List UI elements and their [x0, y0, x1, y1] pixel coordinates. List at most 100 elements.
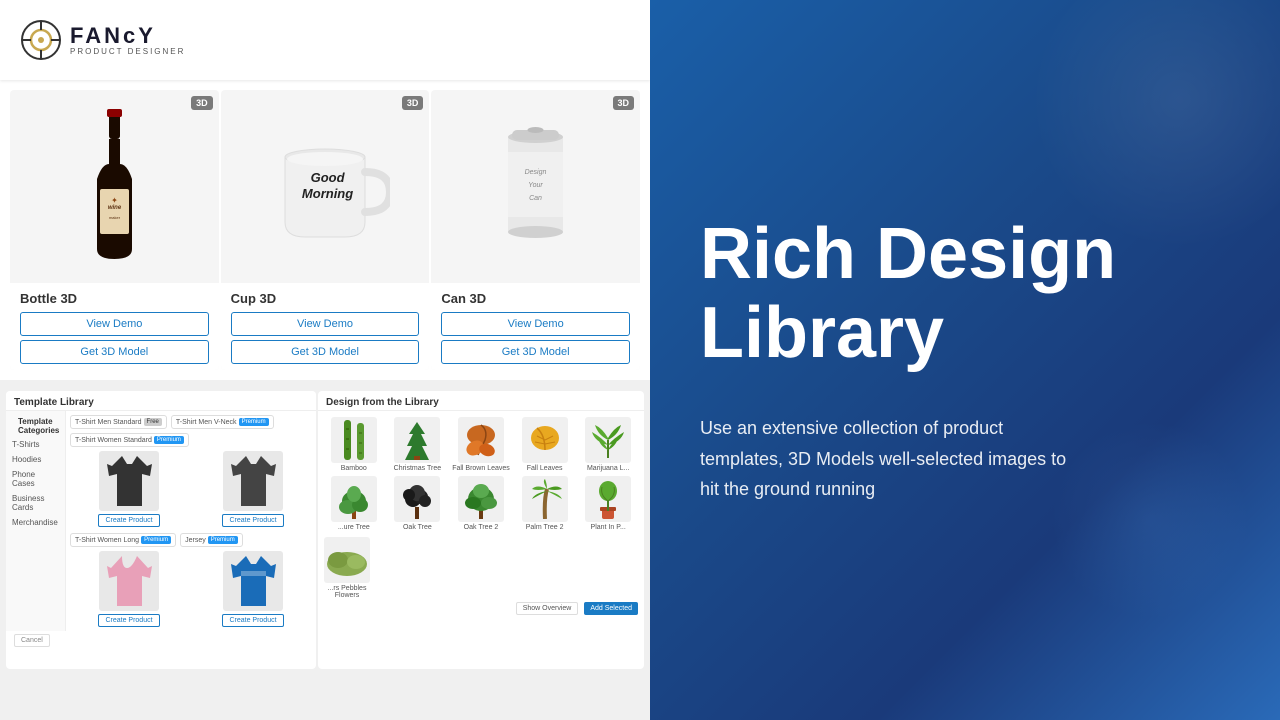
dl-add-selected-btn[interactable]: Add Selected — [584, 602, 638, 615]
badge-3d-can: 3D — [613, 96, 635, 110]
dl-christmas-img[interactable] — [394, 417, 440, 463]
dl-oak-img[interactable] — [394, 476, 440, 522]
tl-sidebar-tshirts[interactable]: T-Shirts — [10, 437, 61, 452]
dl-plant-img[interactable] — [585, 476, 631, 522]
badge-3d-bottle: 3D — [191, 96, 213, 110]
dl-pebbles-img[interactable] — [324, 537, 370, 583]
tl-tab-1[interactable]: T-Shirt Men V-NeckPremium — [171, 415, 274, 429]
tl-create-dark-female-btn[interactable]: Create Product — [222, 514, 283, 527]
tl-sidebar-business-cards[interactable]: Business Cards — [10, 491, 61, 515]
can-view-demo-button[interactable]: View Demo — [441, 312, 630, 336]
products-section: 3D wine maker ✦ Bottle 3 — [0, 80, 650, 380]
dl-header: Design from the Library — [318, 391, 644, 411]
svg-text:Can: Can — [529, 195, 542, 202]
dl-palm-label: Palm Tree 2 — [526, 524, 564, 531]
dl-oak2-img[interactable] — [458, 476, 504, 522]
tl-sidebar-merchandise[interactable]: Merchandise — [10, 515, 61, 530]
right-title: Rich Design Library — [700, 215, 1230, 373]
tl-tabs-row2: T-Shirt Women LongPremium JerseyPremium — [70, 533, 312, 547]
tl-create-dark-btn[interactable]: Create Product — [98, 514, 159, 527]
dl-bamboo-label: Bamboo — [341, 465, 367, 472]
tl-product-grid: Create Product Create Product — [70, 451, 312, 527]
tl-tab-2[interactable]: T-Shirt Women StandardPremium — [70, 433, 189, 447]
tl-item-jersey: Create Product — [194, 551, 312, 627]
svg-text:wine: wine — [108, 205, 122, 211]
dl-bamboo-img[interactable] — [331, 417, 377, 463]
can-svg: Design Your Can — [498, 122, 573, 252]
template-library-panel: Template Library Template Categories T-S… — [6, 391, 316, 669]
dl-fall-leaves-label: Fall Leaves — [527, 465, 563, 472]
tl-sidebar-hoodies[interactable]: Hoodies — [10, 452, 61, 467]
left-panel: FANcY PRODUCT DESIGNER 3D wine — [0, 0, 650, 720]
tl-pink-img — [99, 551, 159, 611]
dl-palm-img[interactable] — [522, 476, 568, 522]
svg-text:Your: Your — [528, 182, 543, 189]
dl-nature-tree-img[interactable] — [331, 476, 377, 522]
dl-fall-brown-img[interactable] — [458, 417, 504, 463]
can-get-model-button[interactable]: Get 3D Model — [441, 340, 630, 364]
dl-item-marijuana: Marijuana L... — [578, 417, 638, 472]
svg-text:✦: ✦ — [111, 196, 118, 205]
mug-text: Good Morning — [302, 170, 353, 204]
dl-marijuana-img[interactable] — [585, 417, 631, 463]
logo: FANcY PRODUCT DESIGNER — [20, 19, 185, 61]
badge-3d-cup: 3D — [402, 96, 424, 110]
dl-grid-row3: ...rs PebblesFlowers — [318, 537, 644, 599]
dl-fall-leaves-img[interactable] — [522, 417, 568, 463]
svg-text:Design: Design — [525, 169, 547, 176]
cup-info: Cup 3D View Demo Get 3D Model — [221, 283, 430, 370]
tl-sidebar-phone-cases[interactable]: Phone Cases — [10, 467, 61, 491]
logo-text: FANcY PRODUCT DESIGNER — [70, 25, 185, 56]
cup-view-demo-button[interactable]: View Demo — [231, 312, 420, 336]
can-image-area: Design Your Can — [431, 90, 640, 283]
tl-tab-0[interactable]: T-Shirt Men StandardFree — [70, 415, 167, 429]
tl-item-dark-female-tshirt: Create Product — [194, 451, 312, 527]
dl-item-fall-brown: Fall Brown Leaves — [451, 417, 511, 472]
tl-cancel-btn[interactable]: Cancel — [14, 634, 50, 647]
mug-wrapper: Good Morning — [270, 132, 380, 242]
bottle-svg: wine maker ✦ — [87, 109, 142, 264]
tl-tab-women[interactable]: T-Shirt Women LongPremium — [70, 533, 176, 547]
bottle-image-area: wine maker ✦ — [10, 90, 219, 283]
dl-item-bamboo: Bamboo — [324, 417, 384, 472]
tl-sidebar: Template Categories T-Shirts Hoodies Pho… — [6, 411, 66, 631]
dl-christmas-label: Christmas Tree — [394, 465, 441, 472]
product-card-cup: 3D Good Morning — [221, 90, 430, 370]
tl-body: Template Categories T-Shirts Hoodies Pho… — [6, 411, 316, 631]
tl-tabs: T-Shirt Men StandardFree T-Shirt Men V-N… — [70, 415, 312, 447]
dl-marijuana-label: Marijuana L... — [587, 465, 629, 472]
bottom-section: Template Library Template Categories T-S… — [0, 385, 650, 675]
tl-create-jersey-btn[interactable]: Create Product — [222, 614, 283, 627]
dl-oak2-label: Oak Tree 2 — [464, 524, 499, 531]
design-library-panel: Design from the Library — [318, 391, 644, 669]
tl-footer: Cancel — [6, 631, 316, 650]
dl-fall-brown-label: Fall Brown Leaves — [452, 465, 510, 472]
dl-pebbles-label: ...rs PebblesFlowers — [328, 585, 367, 599]
dl-item-pebbles: ...rs PebblesFlowers — [324, 537, 370, 599]
product-card-can: 3D Design Your — [431, 90, 640, 370]
bottle-title: Bottle 3D — [20, 291, 209, 306]
tl-product-grid-2: Create Product Create Product — [70, 551, 312, 627]
tl-sub-header: Template Categories — [10, 415, 61, 437]
tl-item-pink-tshirt: Create Product — [70, 551, 188, 627]
dl-item-christmas-tree: Christmas Tree — [388, 417, 448, 472]
dl-nature-tree-label: ...ure Tree — [338, 524, 370, 531]
right-description: Use an extensive collection of product t… — [700, 413, 1080, 505]
dl-footer: Show Overview Add Selected — [318, 599, 644, 618]
svg-text:maker: maker — [109, 215, 121, 220]
dl-item-palm-tree: Palm Tree 2 — [515, 476, 575, 531]
dl-item-nature-tree: ...ure Tree — [324, 476, 384, 531]
brand-sub: PRODUCT DESIGNER — [70, 47, 185, 56]
dl-oak-label: Oak Tree — [403, 524, 432, 531]
tl-tab-jersey[interactable]: JerseyPremium — [180, 533, 243, 547]
header: FANcY PRODUCT DESIGNER — [0, 0, 650, 80]
dl-grid: Bamboo Christmas Tree — [318, 411, 644, 537]
dl-item-oak-tree: Oak Tree — [388, 476, 448, 531]
bottle-view-demo-button[interactable]: View Demo — [20, 312, 209, 336]
dl-show-overview-btn[interactable]: Show Overview — [516, 602, 579, 615]
bottle-get-model-button[interactable]: Get 3D Model — [20, 340, 209, 364]
cup-get-model-button[interactable]: Get 3D Model — [231, 340, 420, 364]
cup-title: Cup 3D — [231, 291, 420, 306]
tl-dark-female-img — [223, 451, 283, 511]
tl-create-pink-btn[interactable]: Create Product — [98, 614, 159, 627]
